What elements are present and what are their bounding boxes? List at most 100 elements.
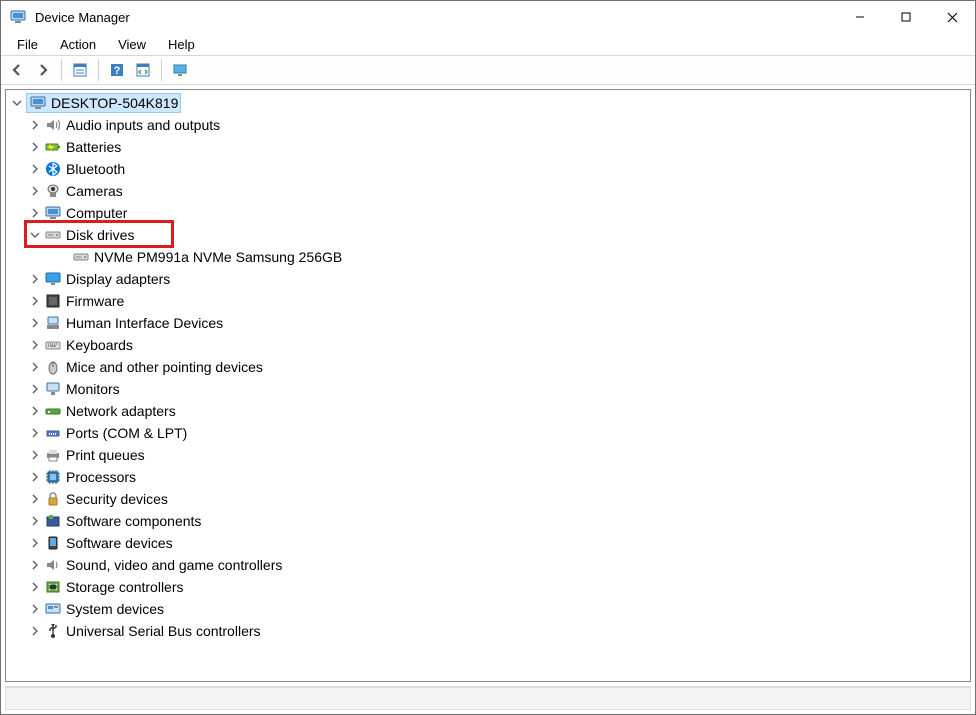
expander-icon[interactable]: [28, 272, 42, 286]
tree-category[interactable]: Firmware: [10, 290, 970, 312]
tree-device-label: NVMe PM991a NVMe Samsung 256GB: [94, 246, 342, 268]
expander-icon[interactable]: [28, 162, 42, 176]
expander-icon[interactable]: [10, 96, 24, 110]
toolbar-forward-button[interactable]: [31, 58, 55, 82]
expander-icon[interactable]: [28, 580, 42, 594]
tree-category-label: Cameras: [66, 180, 123, 202]
keyboard-icon: [44, 336, 62, 354]
battery-icon: [44, 138, 62, 156]
toolbar: [1, 55, 975, 85]
tree-category[interactable]: System devices: [10, 598, 970, 620]
expander-placeholder: [56, 250, 70, 264]
expander-icon[interactable]: [28, 294, 42, 308]
tree-category-label: Audio inputs and outputs: [66, 114, 220, 136]
menu-view[interactable]: View: [108, 35, 156, 54]
toolbar-back-button[interactable]: [5, 58, 29, 82]
toolbar-help-button[interactable]: [105, 58, 129, 82]
expander-icon[interactable]: [28, 536, 42, 550]
menu-action[interactable]: Action: [50, 35, 106, 54]
expander-icon[interactable]: [28, 382, 42, 396]
tree-category-label: Storage controllers: [66, 576, 184, 598]
tree-category[interactable]: Bluetooth: [10, 158, 970, 180]
tree-category-label: Batteries: [66, 136, 121, 158]
tree-category[interactable]: Sound, video and game controllers: [10, 554, 970, 576]
menu-help[interactable]: Help: [158, 35, 205, 54]
titlebar: Device Manager: [1, 1, 975, 33]
display-icon: [44, 270, 62, 288]
tree-category-label: Mice and other pointing devices: [66, 356, 263, 378]
tree-category[interactable]: Software components: [10, 510, 970, 532]
expander-icon[interactable]: [28, 448, 42, 462]
tree-category[interactable]: Mice and other pointing devices: [10, 356, 970, 378]
tree-device[interactable]: NVMe PM991a NVMe Samsung 256GB: [10, 246, 970, 268]
tree-category-label: Human Interface Devices: [66, 312, 223, 334]
tree-category[interactable]: Ports (COM & LPT): [10, 422, 970, 444]
minimize-button[interactable]: [837, 1, 883, 33]
expander-icon[interactable]: [28, 140, 42, 154]
usb-icon: [44, 622, 62, 640]
disk-icon: [44, 226, 62, 244]
swcomp-icon: [44, 512, 62, 530]
expander-icon[interactable]: [28, 228, 42, 242]
expander-icon[interactable]: [28, 206, 42, 220]
expander-icon[interactable]: [28, 514, 42, 528]
computer-icon: [44, 204, 62, 222]
mouse-icon: [44, 358, 62, 376]
tree-category[interactable]: Batteries: [10, 136, 970, 158]
toolbar-scan-button[interactable]: [131, 58, 155, 82]
tree-category[interactable]: Software devices: [10, 532, 970, 554]
expander-icon[interactable]: [28, 426, 42, 440]
firmware-icon: [44, 292, 62, 310]
sound-icon: [44, 556, 62, 574]
tree-category[interactable]: Cameras: [10, 180, 970, 202]
toolbar-properties-button[interactable]: [68, 58, 92, 82]
expander-icon[interactable]: [28, 624, 42, 638]
tree-category[interactable]: Computer: [10, 202, 970, 224]
tree-category[interactable]: Storage controllers: [10, 576, 970, 598]
security-icon: [44, 490, 62, 508]
tree-category-label: Monitors: [66, 378, 120, 400]
tree-category-label: Universal Serial Bus controllers: [66, 620, 261, 642]
tree-category[interactable]: Network adapters: [10, 400, 970, 422]
tree-category[interactable]: Keyboards: [10, 334, 970, 356]
expander-icon[interactable]: [28, 118, 42, 132]
tree-category[interactable]: Audio inputs and outputs: [10, 114, 970, 136]
tree-category[interactable]: Print queues: [10, 444, 970, 466]
expander-icon[interactable]: [28, 558, 42, 572]
expander-icon[interactable]: [28, 492, 42, 506]
device-tree[interactable]: DESKTOP-504K819 Audio inputs and outputs…: [5, 89, 971, 682]
tree-category-label: Disk drives: [66, 224, 134, 246]
tree-root[interactable]: DESKTOP-504K819: [10, 92, 970, 114]
tree-category-label: System devices: [66, 598, 164, 620]
status-cell: [5, 687, 971, 710]
expander-icon[interactable]: [28, 360, 42, 374]
close-button[interactable]: [929, 1, 975, 33]
expander-icon[interactable]: [28, 404, 42, 418]
tree-category-label: Firmware: [66, 290, 124, 312]
tree-category[interactable]: Disk drives: [10, 224, 970, 246]
tree-category[interactable]: Security devices: [10, 488, 970, 510]
expander-icon[interactable]: [28, 602, 42, 616]
tree-category[interactable]: Display adapters: [10, 268, 970, 290]
expander-icon[interactable]: [28, 184, 42, 198]
menubar: File Action View Help: [1, 33, 975, 55]
expander-icon[interactable]: [28, 338, 42, 352]
maximize-button[interactable]: [883, 1, 929, 33]
tree-category-label: Computer: [66, 202, 127, 224]
toolbar-show-hidden-button[interactable]: [168, 58, 192, 82]
expander-icon[interactable]: [28, 470, 42, 484]
tree-category-label: Bluetooth: [66, 158, 125, 180]
tree-category-label: Ports (COM & LPT): [66, 422, 187, 444]
system-icon: [44, 600, 62, 618]
storage-icon: [44, 578, 62, 596]
menu-file[interactable]: File: [7, 35, 48, 54]
tree-category[interactable]: Processors: [10, 466, 970, 488]
tree-category-label: Keyboards: [66, 334, 133, 356]
toolbar-separator: [98, 59, 99, 81]
expander-icon[interactable]: [28, 316, 42, 330]
tree-category[interactable]: Universal Serial Bus controllers: [10, 620, 970, 642]
app-icon: [9, 8, 27, 26]
tree-category[interactable]: Human Interface Devices: [10, 312, 970, 334]
tree-category-label: Print queues: [66, 444, 145, 466]
tree-category[interactable]: Monitors: [10, 378, 970, 400]
